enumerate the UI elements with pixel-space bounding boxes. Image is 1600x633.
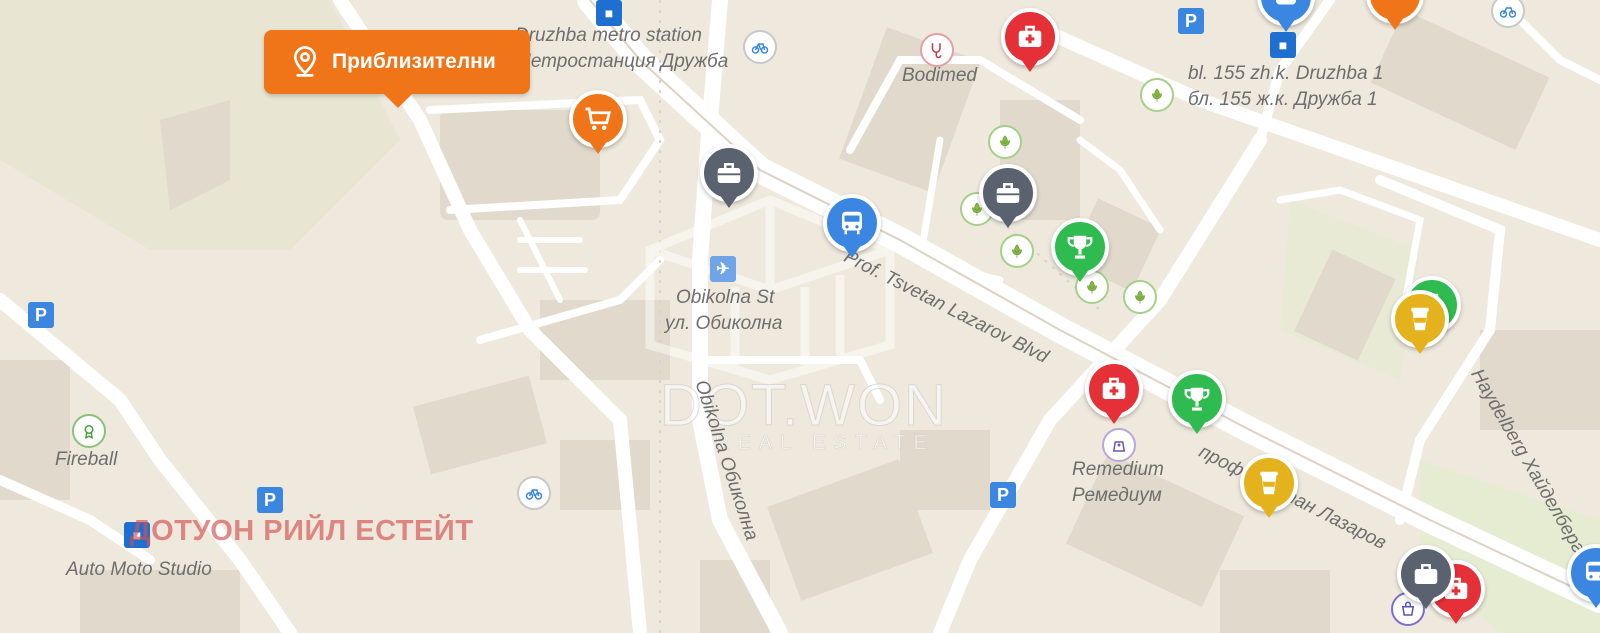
coffee-cup-icon — [1260, 471, 1278, 495]
park-icon[interactable] — [988, 125, 1022, 159]
bus-icon — [1276, 0, 1296, 5]
logo-sub-text: REAL ESTATE — [715, 432, 935, 455]
stethoscope-icon[interactable] — [920, 33, 954, 67]
park-icon[interactable] — [1123, 280, 1157, 314]
metro-icon[interactable]: ✈ — [710, 256, 736, 282]
bicycle-icon[interactable] — [517, 476, 551, 510]
cafe-pin[interactable] — [1391, 290, 1449, 360]
transit-pin[interactable] — [823, 194, 881, 264]
cafe-pin[interactable] — [1240, 454, 1298, 524]
sport-pin[interactable] — [1051, 218, 1109, 288]
park-icon[interactable] — [1000, 234, 1034, 268]
bus-icon — [842, 211, 862, 235]
parking-icon[interactable]: P — [990, 482, 1016, 508]
medical-pin[interactable] — [1001, 8, 1059, 78]
briefcase-icon — [1414, 564, 1438, 584]
nearby-button[interactable]: Приблизителни — [264, 30, 530, 108]
briefcase-icon — [996, 183, 1020, 203]
bus-icon — [1586, 561, 1600, 581]
transit-pin[interactable] — [1567, 544, 1600, 614]
place-label-fireball: Fireball — [55, 449, 118, 470]
place-label-obikolna: Obikolna St — [676, 287, 775, 308]
medical-pin[interactable] — [1085, 360, 1143, 430]
sport-pin[interactable] — [1168, 370, 1226, 440]
coffee-cup-icon — [1411, 307, 1429, 331]
bicycle-icon[interactable] — [743, 30, 777, 64]
briefcase-icon — [717, 163, 741, 183]
place-label-bl155-bg: бл. 155 ж.к. Дружба 1 — [1188, 89, 1378, 110]
shopping-pin[interactable] — [569, 90, 627, 160]
business-pin[interactable] — [979, 164, 1037, 234]
pharmacy-icon[interactable] — [1102, 428, 1136, 462]
place-label-druzhba-metro-bg: Метростанция Дружба — [515, 51, 729, 72]
parking-icon[interactable]: P — [257, 487, 283, 513]
place-label-druzhba-metro: Druzhba metro station — [515, 25, 702, 46]
park-icon[interactable] — [1140, 78, 1174, 112]
transit-pin[interactable] — [1257, 0, 1315, 38]
parking-icon[interactable]: P — [28, 302, 54, 328]
shopping-pin[interactable] — [1366, 0, 1424, 36]
location-pin-icon — [293, 46, 317, 77]
place-label-bodimed: Bodimed — [902, 65, 977, 86]
place-label-auto-moto: Auto Moto Studio — [66, 559, 212, 580]
place-label-remedium-bg: Ремедиум — [1072, 485, 1162, 506]
fireball-icon[interactable] — [72, 414, 106, 448]
trophy-icon — [1184, 387, 1210, 411]
medical-kit-icon — [1102, 377, 1126, 399]
nearby-button-label: Приблизителни — [332, 50, 496, 73]
shopping-cart-icon — [585, 107, 612, 130]
place-label-obikolna-bg: ул. Обиколна — [665, 313, 783, 334]
watermark-text: ДОТУОН РИЙЛ ЕСТЕЙТ — [130, 515, 474, 547]
business-pin[interactable] — [1397, 545, 1455, 615]
trophy-icon — [1067, 235, 1093, 259]
business-pin[interactable] — [700, 144, 758, 214]
medical-kit-icon — [1018, 25, 1042, 47]
bus-stop-icon[interactable]: ■ — [596, 0, 622, 26]
parking-icon[interactable]: P — [1178, 8, 1204, 34]
place-label-bl155: bl. 155 zh.k. Druzhba 1 — [1188, 63, 1384, 84]
